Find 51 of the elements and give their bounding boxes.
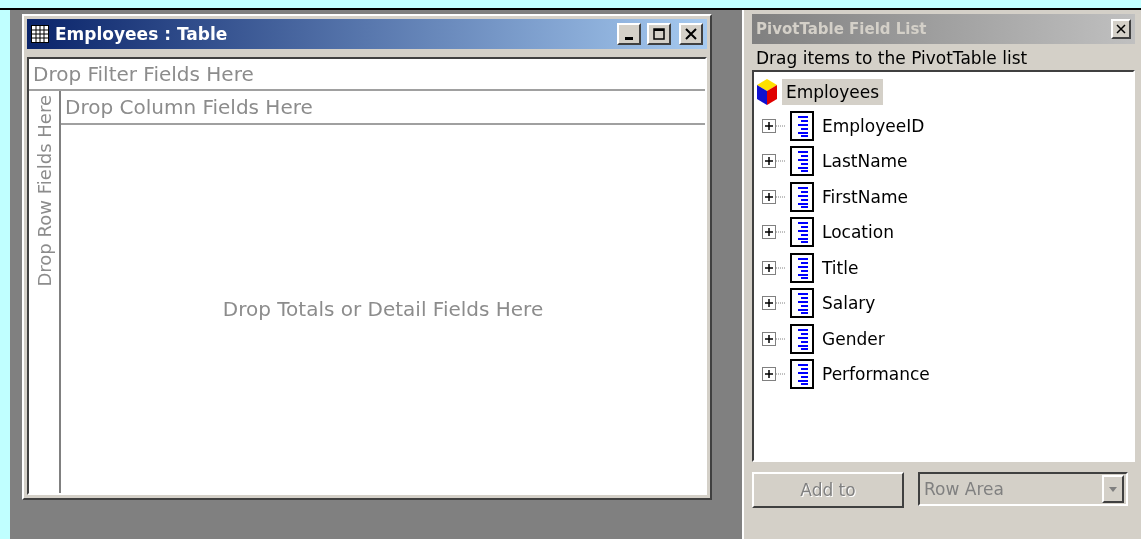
tree-item[interactable]: Gender [818,325,889,352]
tree-connector [776,195,786,198]
field-icon [790,252,814,283]
tree-item[interactable]: LastName [818,148,912,175]
expand-icon[interactable] [762,118,776,133]
tree-connector [776,231,786,234]
data-drop-zone: Drop Totals or Detail Fields Here [222,297,544,321]
close-icon [1116,24,1126,34]
window-title: Employees : Table [55,24,229,44]
tree-item[interactable]: Location [818,219,898,246]
row-drop-zone: Drop Row Fields Here [33,94,55,287]
expand-icon[interactable] [762,225,776,240]
field-icon [790,217,814,248]
expand-icon[interactable] [762,189,776,204]
expand-icon[interactable] [762,331,776,346]
expand-icon[interactable] [762,260,776,275]
tree-item[interactable]: EmployeeID [818,112,929,139]
hint-text: Drag items to the PivotTable list [755,47,1029,70]
tree-item[interactable]: Employees [782,79,884,105]
table-icon [31,25,49,43]
tree-item[interactable]: FirstName [818,183,912,210]
column-drop-zone: Drop Column Fields Here [65,95,313,119]
close-button[interactable] [1111,19,1131,39]
panel-title: PivotTable Field List [756,20,928,38]
tree-connector [776,160,786,163]
expand-icon[interactable] [762,367,776,382]
field-icon [790,359,814,390]
field-icon [790,146,814,177]
tree-connector [776,266,786,269]
dropdown-arrow-icon [1109,486,1117,492]
close-icon [685,28,697,40]
tree-item[interactable]: Title [818,254,863,281]
filter-drop-zone: Drop Filter Fields Here [33,62,254,86]
close-button[interactable] [679,23,703,45]
tree-item[interactable]: Performance [818,361,934,388]
minimize-button[interactable] [617,23,641,45]
maximize-button[interactable] [647,23,671,45]
field-icon [790,181,814,212]
tree-item[interactable]: Salary [818,290,880,317]
field-icon [790,323,814,354]
tree-connector [776,373,786,376]
tree-connector [776,337,786,340]
maximize-icon [653,28,665,40]
minimize-icon [625,36,633,40]
field-icon [790,110,814,141]
cube-icon [756,78,778,106]
tree-connector [776,124,786,127]
field-icon [790,288,814,319]
tree-connector [776,302,786,305]
expand-icon[interactable] [762,154,776,169]
expand-icon[interactable] [762,296,776,311]
